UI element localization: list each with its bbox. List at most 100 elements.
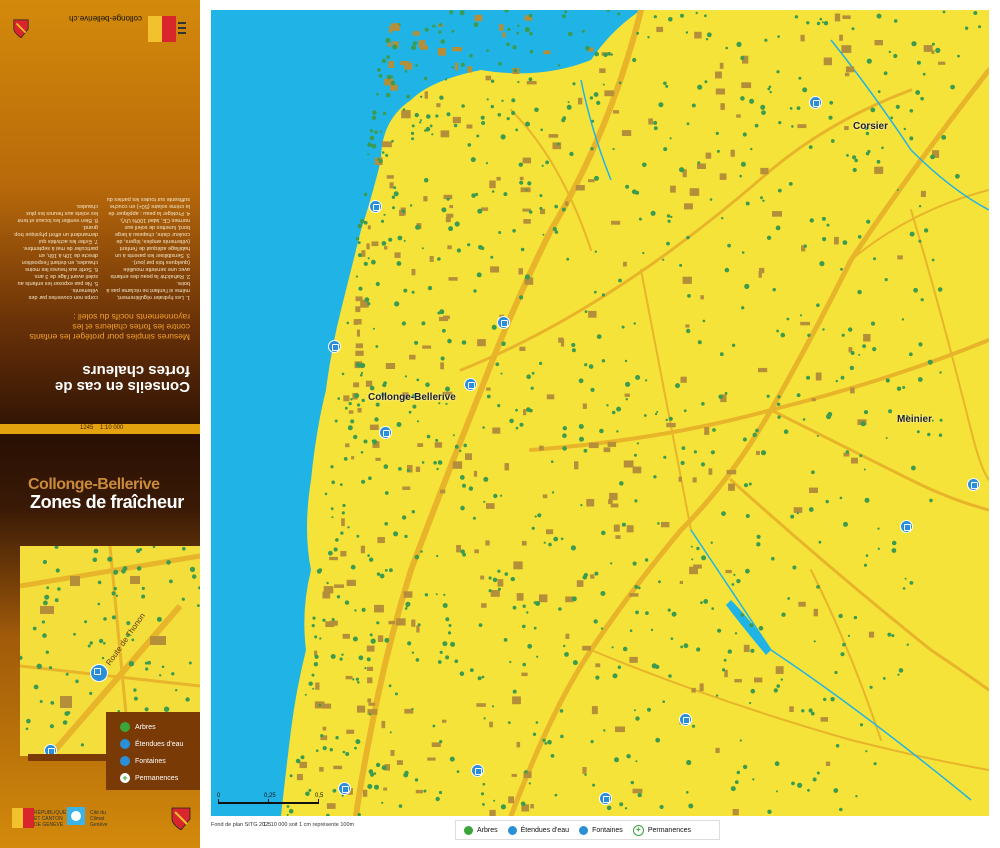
fountain-icon[interactable] bbox=[328, 340, 341, 353]
tree-dot bbox=[822, 237, 827, 242]
tree-dot bbox=[447, 631, 452, 635]
tree-dot bbox=[403, 288, 408, 293]
building bbox=[797, 124, 807, 129]
tree-dot bbox=[392, 44, 398, 50]
tree-dot bbox=[50, 701, 55, 705]
tree-dot bbox=[161, 665, 165, 669]
fountain-icon[interactable] bbox=[900, 520, 913, 533]
tree-dot bbox=[917, 377, 923, 382]
tree-dot bbox=[491, 324, 497, 330]
tree-dot bbox=[438, 790, 443, 795]
building bbox=[497, 579, 504, 587]
building bbox=[440, 362, 444, 370]
fountain-icon[interactable] bbox=[379, 426, 392, 439]
building bbox=[632, 788, 643, 794]
tree-dot bbox=[482, 803, 485, 806]
tree-dot bbox=[840, 652, 845, 657]
tree-dot bbox=[885, 437, 888, 439]
tree-dot bbox=[488, 589, 492, 593]
tree-dot bbox=[315, 749, 319, 752]
tree-dot bbox=[396, 261, 402, 266]
scale-tick-label: 0 bbox=[217, 793, 221, 799]
fountain-icon[interactable] bbox=[679, 713, 692, 726]
tree-dot bbox=[500, 372, 503, 375]
tree-dot bbox=[414, 340, 419, 345]
fountain-icon[interactable] bbox=[809, 96, 822, 109]
tree-dot bbox=[350, 398, 353, 401]
tree-dot bbox=[286, 813, 289, 816]
tree-dot bbox=[816, 21, 821, 26]
tree-dot bbox=[486, 98, 489, 101]
tree-dot bbox=[758, 625, 764, 631]
tree-dot bbox=[426, 434, 431, 439]
tree-dot bbox=[339, 483, 343, 486]
tree-dot bbox=[839, 496, 843, 500]
tree-dot bbox=[591, 119, 595, 123]
main-map[interactable]: Corsier Collonge-Bellerive Meinier bbox=[211, 10, 989, 816]
building bbox=[357, 408, 362, 413]
fountain-icon[interactable] bbox=[599, 792, 612, 805]
building bbox=[590, 574, 595, 579]
tree-dot bbox=[533, 601, 537, 604]
tree-dot bbox=[49, 724, 54, 729]
tree-dot bbox=[396, 422, 402, 427]
tree-dot bbox=[830, 139, 835, 143]
tree-dot bbox=[289, 774, 293, 778]
map-footer: Fond de plan SITG 2025 1 : 10 000 soit 1… bbox=[211, 818, 989, 842]
advice-subtitle: Mesures simples pour protéger les enfant… bbox=[29, 312, 190, 342]
fountain-icon[interactable] bbox=[497, 316, 510, 329]
tree-dot bbox=[425, 126, 431, 132]
tree-dot bbox=[780, 332, 786, 338]
tree-dot bbox=[893, 19, 898, 23]
tree-dot bbox=[406, 94, 410, 99]
fountain-icon[interactable] bbox=[338, 782, 351, 795]
tree-dot bbox=[552, 226, 557, 232]
fountain-icon[interactable] bbox=[464, 378, 477, 391]
tree-dot bbox=[528, 782, 531, 785]
fountain-icon[interactable] bbox=[967, 478, 980, 491]
tree-dot bbox=[668, 17, 673, 22]
tree-dot bbox=[363, 439, 368, 444]
fountain-icon[interactable] bbox=[471, 764, 484, 777]
tree-dot bbox=[634, 499, 638, 503]
tree-dot bbox=[866, 219, 871, 224]
tree-dot bbox=[391, 195, 396, 199]
fountain-icon[interactable] bbox=[369, 200, 382, 213]
tree-dot bbox=[519, 180, 524, 185]
tree-dot bbox=[873, 762, 877, 766]
tree-dot bbox=[347, 425, 353, 431]
tree-dot bbox=[443, 593, 446, 597]
tree-dot bbox=[816, 585, 820, 589]
building bbox=[758, 271, 762, 278]
building bbox=[473, 470, 478, 477]
building bbox=[530, 804, 534, 809]
building bbox=[834, 13, 841, 22]
building bbox=[678, 476, 682, 482]
tree-dot bbox=[512, 45, 517, 50]
canton-logo-icon bbox=[148, 16, 186, 42]
tree-dot bbox=[819, 261, 825, 267]
tree-dot bbox=[425, 382, 430, 388]
tree-dot bbox=[572, 660, 578, 666]
tree-dot bbox=[384, 637, 390, 643]
tree-dot bbox=[741, 251, 745, 254]
tree-dot bbox=[442, 603, 448, 608]
tree-dot bbox=[376, 572, 381, 576]
building bbox=[920, 190, 926, 197]
building bbox=[409, 354, 416, 360]
tree-dot bbox=[809, 218, 814, 223]
building bbox=[496, 176, 501, 181]
building bbox=[565, 201, 569, 206]
tree-dot bbox=[695, 11, 698, 15]
tree-dot bbox=[796, 393, 801, 398]
building bbox=[422, 345, 432, 349]
building bbox=[367, 709, 378, 715]
tree-dot bbox=[739, 174, 742, 178]
tree-dot bbox=[667, 219, 671, 223]
building bbox=[689, 566, 698, 575]
footer-legend-label: Fontaines bbox=[592, 826, 623, 834]
tree-dot bbox=[329, 748, 333, 752]
tree-dot bbox=[439, 95, 444, 100]
building bbox=[842, 15, 851, 19]
tree-dot bbox=[462, 483, 466, 488]
